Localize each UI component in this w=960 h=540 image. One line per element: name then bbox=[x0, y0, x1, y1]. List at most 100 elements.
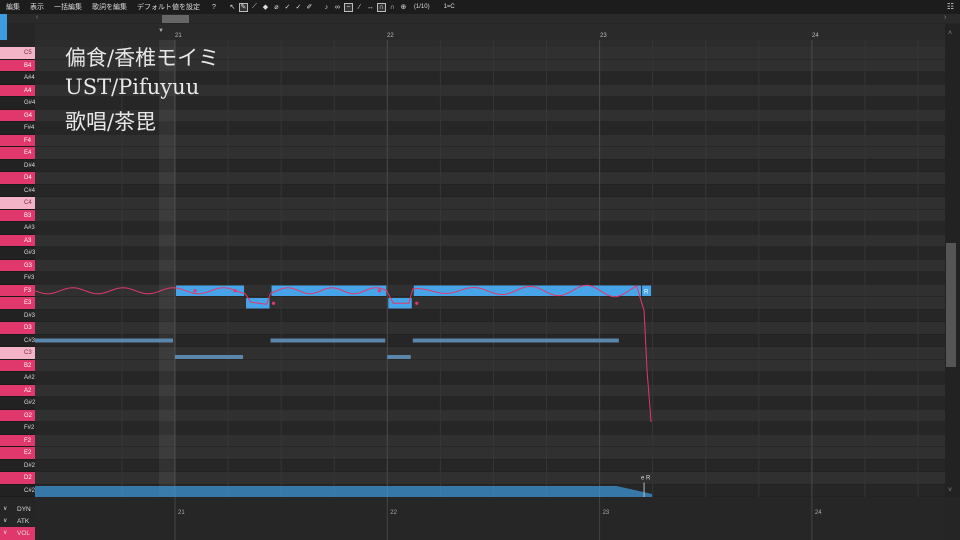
piano-key[interactable]: F#2 bbox=[0, 422, 35, 435]
loop-icon[interactable]: ∞ bbox=[333, 3, 342, 12]
curve-icon[interactable]: ∩ bbox=[376, 2, 386, 12]
menu-view[interactable]: 表示 bbox=[30, 2, 44, 12]
lower-bg bbox=[35, 497, 945, 540]
note-lyric: R bbox=[644, 290, 649, 296]
expression-timeline[interactable]: 21 22 23 24 bbox=[35, 497, 945, 540]
lyric-overlay-line: 偏食/香椎モイミ bbox=[65, 46, 220, 70]
menu-batch-edit[interactable]: 一括編集 bbox=[54, 2, 82, 12]
piano-key[interactable]: F3 bbox=[0, 284, 35, 297]
piano-key[interactable]: G4 bbox=[0, 109, 35, 122]
end-marker-label: e R bbox=[641, 476, 651, 482]
lyric-overlay-line: UST/Pifuyuu bbox=[65, 75, 200, 99]
piano-key[interactable]: D3 bbox=[0, 322, 35, 335]
note-icon[interactable]: ♪ bbox=[322, 3, 331, 12]
lower-measure-number: 21 bbox=[178, 510, 185, 516]
check-alt-tool-icon[interactable]: ✓ bbox=[294, 3, 303, 12]
line-tool-icon[interactable]: ⟋ bbox=[250, 3, 259, 12]
piano-key[interactable]: C#4 bbox=[0, 184, 35, 197]
knife-tool-icon[interactable]: ⌀ bbox=[272, 3, 281, 12]
piano-key[interactable]: F4 bbox=[0, 134, 35, 147]
piano-roll[interactable]: Re R 偏食/香椎モイミ UST/Pifuyuu 歌唱/茶毘 bbox=[35, 40, 945, 497]
pencil-tool-icon[interactable]: ✐ bbox=[305, 3, 314, 12]
check-tool-icon[interactable]: ✓ bbox=[283, 3, 292, 12]
piano-key[interactable]: G#3 bbox=[0, 247, 35, 260]
scroll-up-icon[interactable]: ˄ bbox=[948, 30, 952, 37]
lyric-overlay-line: 歌唱/茶毘 bbox=[65, 110, 157, 134]
piano-key[interactable]: A#3 bbox=[0, 222, 35, 235]
pointer-tool-icon[interactable]: ↖ bbox=[228, 3, 237, 12]
menu-edit-lyrics[interactable]: 歌詞を編集 bbox=[92, 2, 127, 12]
piano-key[interactable]: C3 bbox=[0, 347, 35, 360]
arrows-icon[interactable]: ↔ bbox=[366, 3, 375, 12]
expression-vol[interactable]: ∨ VOL bbox=[0, 527, 35, 540]
scroll-right-icon[interactable]: › bbox=[944, 14, 946, 21]
menu-edit[interactable]: 編集 bbox=[6, 2, 20, 12]
piano-key[interactable]: D4 bbox=[0, 172, 35, 185]
scroll-down-icon[interactable]: ˅ bbox=[948, 487, 952, 494]
piano-key[interactable]: G2 bbox=[0, 409, 35, 422]
piano-roll-canvas[interactable]: Re R bbox=[35, 40, 945, 497]
piano-key[interactable]: D#4 bbox=[0, 159, 35, 172]
eraser-tool-icon[interactable]: ◆ bbox=[261, 3, 270, 12]
pitch-point[interactable] bbox=[377, 289, 381, 293]
measure-number: 22 bbox=[387, 33, 394, 39]
pitch-point[interactable] bbox=[233, 289, 237, 293]
vertical-scroll-thumb[interactable] bbox=[946, 243, 956, 367]
horizontal-scroll-thumb[interactable] bbox=[162, 15, 189, 23]
piano-key[interactable]: F#3 bbox=[0, 272, 35, 285]
measure-number: 24 bbox=[812, 33, 819, 39]
piano-key[interactable]: E3 bbox=[0, 297, 35, 310]
piano-key[interactable]: C4 bbox=[0, 197, 35, 210]
pitch-point[interactable] bbox=[271, 301, 276, 305]
vibrato-icon[interactable]: ~ bbox=[343, 2, 353, 12]
piano-key[interactable]: D2 bbox=[0, 472, 35, 485]
timeline-ruler[interactable]: 21 22 23 24 bbox=[35, 24, 945, 40]
pitch-point[interactable] bbox=[415, 301, 419, 305]
piano-key[interactable]: D#2 bbox=[0, 459, 35, 472]
pen-tool-icon[interactable]: ✎ bbox=[238, 2, 248, 12]
lower-measure-number: 22 bbox=[390, 510, 397, 516]
menu-set-defaults[interactable]: デフォルト値を設定 bbox=[137, 2, 200, 12]
reference-note bbox=[412, 338, 619, 343]
snap-setting[interactable]: 1=C bbox=[444, 4, 455, 10]
pitch-point[interactable] bbox=[193, 289, 197, 293]
target-icon[interactable]: ⊕ bbox=[399, 3, 408, 12]
piano-key[interactable]: C#3 bbox=[0, 334, 35, 347]
piano-key[interactable]: B2 bbox=[0, 359, 35, 372]
piano-key[interactable]: A3 bbox=[0, 234, 35, 247]
piano-key[interactable]: C#2 bbox=[0, 484, 35, 497]
reference-note bbox=[175, 355, 244, 359]
piano-key[interactable]: E2 bbox=[0, 447, 35, 460]
piano-key[interactable]: A#2 bbox=[0, 372, 35, 385]
piano-key[interactable]: A4 bbox=[0, 84, 35, 97]
help-button[interactable]: ? bbox=[212, 4, 216, 11]
horizontal-scrollbar[interactable] bbox=[0, 14, 960, 23]
note[interactable] bbox=[271, 285, 387, 297]
track-color-tab[interactable] bbox=[0, 14, 7, 40]
page-counter: (1/10) bbox=[413, 4, 430, 10]
piano-key[interactable]: A2 bbox=[0, 384, 35, 397]
chevron-down-icon: ∨ bbox=[3, 530, 8, 536]
curve-alt-icon[interactable]: ∩ bbox=[388, 3, 397, 12]
measure-number: 21 bbox=[175, 33, 182, 39]
playhead-triangle-icon[interactable]: ▼ bbox=[158, 28, 164, 34]
piano-key[interactable]: C5 bbox=[0, 47, 35, 60]
scroll-left-icon[interactable]: ‹ bbox=[36, 14, 38, 21]
pitch-icon[interactable]: ⁄ bbox=[355, 3, 364, 12]
piano-key[interactable]: F2 bbox=[0, 434, 35, 447]
piano-key[interactable]: F#4 bbox=[0, 122, 35, 135]
piano-key[interactable]: G#4 bbox=[0, 97, 35, 110]
piano-key[interactable]: G#2 bbox=[0, 397, 35, 410]
piano-key[interactable]: E4 bbox=[0, 147, 35, 160]
piano-key[interactable]: B4 bbox=[0, 59, 35, 72]
reference-note bbox=[35, 338, 173, 343]
playhead-column bbox=[159, 40, 175, 497]
piano-key[interactable]: G3 bbox=[0, 259, 35, 272]
piano-key[interactable]: B3 bbox=[0, 209, 35, 222]
reference-note bbox=[387, 355, 411, 359]
layout-icon[interactable]: ☷ bbox=[947, 2, 954, 11]
piano-key[interactable]: A#4 bbox=[0, 72, 35, 85]
lower-measure-number: 24 bbox=[815, 510, 822, 516]
piano-key[interactable]: D#3 bbox=[0, 309, 35, 322]
lower-measure-number: 23 bbox=[603, 510, 610, 516]
